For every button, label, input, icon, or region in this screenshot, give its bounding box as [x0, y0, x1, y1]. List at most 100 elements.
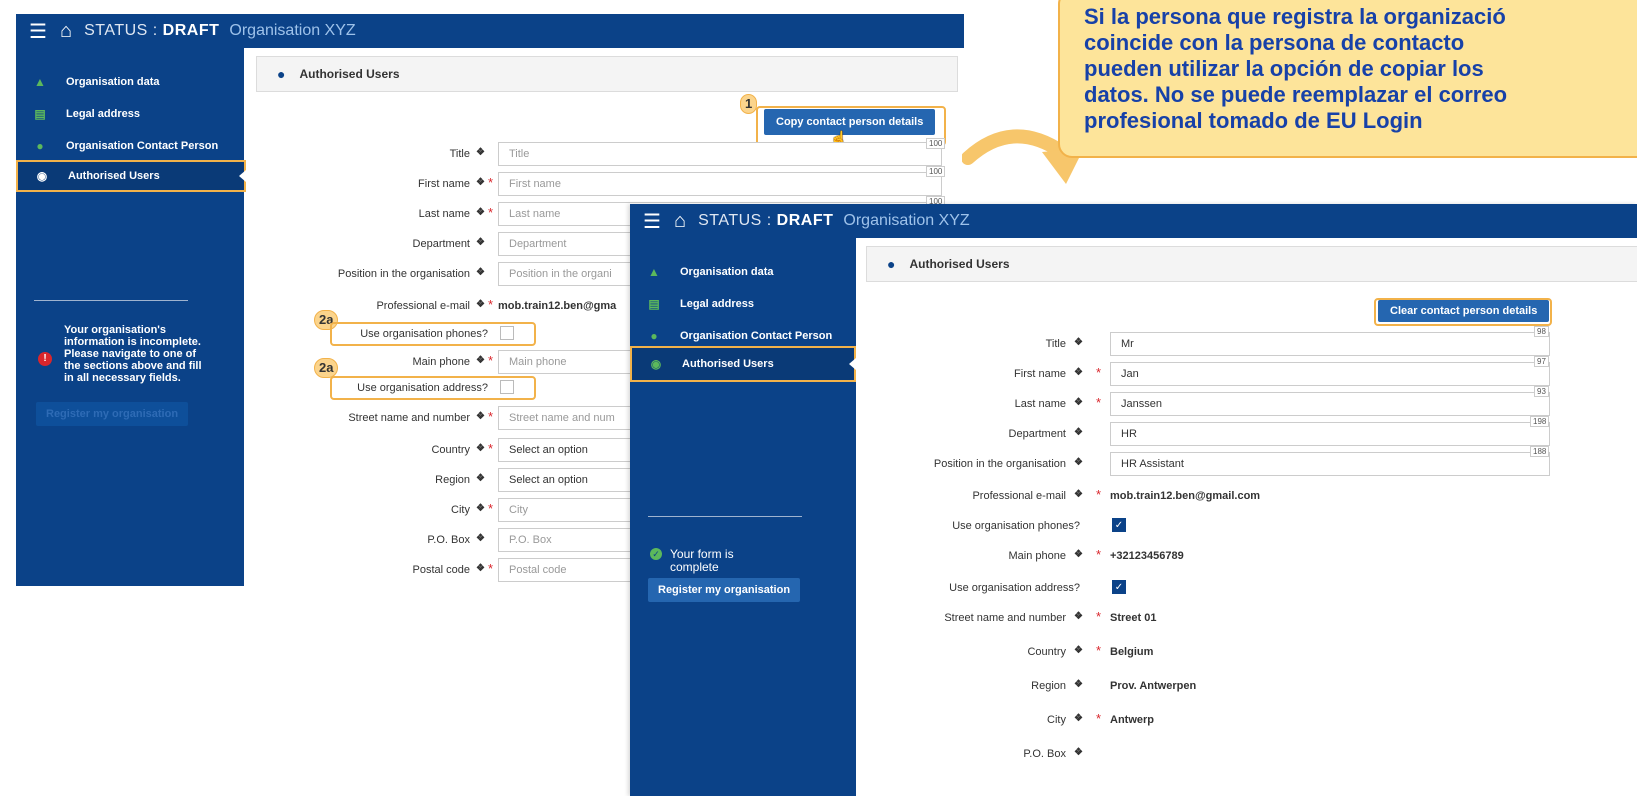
info-icon: ❖ — [1074, 679, 1083, 690]
use-address-checkbox[interactable]: ✓ — [1112, 580, 1126, 594]
char-counter: 98 — [1534, 326, 1549, 337]
callout-line: profesional tomado de EU Login — [1084, 108, 1423, 133]
first-name-field[interactable]: First name — [498, 172, 942, 196]
sidebar-item-organisation-contact-person[interactable]: ● Organisation Contact Person — [16, 130, 244, 162]
field-label: Postal code — [412, 564, 470, 576]
person-icon: ● — [650, 329, 658, 343]
form-row-use-address: Use organisation address? ✓ — [866, 576, 1637, 600]
step-badge-1: 1 — [740, 94, 758, 114]
hamburger-icon[interactable]: ☰ — [630, 209, 674, 234]
info-icon: ❖ — [476, 299, 485, 310]
street-value: Street 01 — [1110, 612, 1157, 624]
users-icon: ◉ — [36, 169, 48, 183]
field-label: Main phone — [1008, 550, 1067, 562]
status-value: DRAFT — [162, 22, 220, 39]
clear-contact-person-button[interactable]: Clear contact person details — [1378, 300, 1550, 322]
status-label: STATUS : DRAFT — [698, 212, 834, 229]
sidebar-item-organisation-data[interactable]: ▲ Organisation data — [16, 66, 244, 98]
info-icon: ❖ — [1074, 611, 1083, 622]
bank-icon: ▤ — [34, 107, 46, 121]
first-name-field[interactable]: Jan — [1110, 362, 1550, 386]
last-name-field[interactable]: Janssen — [1110, 392, 1550, 416]
register-button[interactable]: Register my organisation — [648, 578, 801, 602]
sidebar-item-authorised-users[interactable]: ◉ Authorised Users — [16, 160, 246, 192]
required-marker: * — [1096, 609, 1102, 624]
required-marker: * — [1096, 365, 1102, 380]
info-icon: ❖ — [1074, 713, 1083, 724]
form-row-country: Country ❖ * Belgium — [866, 640, 1637, 664]
char-counter: 100 — [926, 166, 946, 177]
form-row-last-name: Last name ❖ * Janssen 93 — [866, 386, 1637, 416]
field-label: P.O. Box — [1023, 748, 1066, 760]
required-marker: * — [488, 409, 494, 424]
field-label: Region — [1031, 680, 1066, 692]
form-row-street: Street name and number ❖ * Street 01 — [866, 606, 1637, 630]
field-label: Use organisation phones? — [360, 328, 488, 340]
warning-icon: ! — [38, 352, 52, 366]
form-row-position: Position in the organisation ❖ HR Assist… — [866, 446, 1637, 476]
use-address-checkbox[interactable] — [500, 380, 514, 394]
person-icon: ● — [36, 139, 44, 153]
info-icon: ❖ — [1074, 457, 1083, 468]
incomplete-message: ! Your organisation's information is inc… — [38, 324, 214, 384]
field-label: Country — [431, 444, 470, 456]
field-label: Title — [1045, 338, 1066, 350]
hamburger-icon[interactable]: ☰ — [16, 19, 60, 44]
required-marker: * — [488, 501, 494, 516]
panel-header: ● Authorised Users — [256, 56, 958, 92]
info-icon: ❖ — [476, 473, 485, 484]
form-row-city: City ❖ * Antwerp — [866, 708, 1637, 732]
sidebar-item-label: Authorised Users — [682, 358, 774, 370]
required-marker: * — [1096, 487, 1102, 502]
field-label: Country — [1027, 646, 1066, 658]
position-field[interactable]: HR Assistant — [1110, 452, 1550, 476]
city-value: Antwerp — [1110, 714, 1154, 726]
info-icon: ❖ — [476, 147, 485, 158]
sidebar-item-legal-address[interactable]: ▤ Legal address — [630, 288, 856, 320]
sidebar: ▲ Organisation data ▤ Legal address ● Or… — [630, 238, 856, 796]
department-field[interactable]: HR — [1110, 422, 1550, 446]
form-row-title: Title ❖ Title 100 — [256, 138, 958, 166]
field-label: Use organisation address? — [949, 582, 1080, 594]
sidebar-item-authorised-users[interactable]: ◉ Authorised Users — [630, 346, 856, 382]
copy-contact-person-button[interactable]: Copy contact person details — [764, 109, 936, 135]
title-field[interactable]: Mr — [1110, 332, 1550, 356]
main-phone-value: +32123456789 — [1110, 550, 1184, 562]
char-counter: 198 — [1530, 416, 1550, 427]
organisation-name: Organisation XYZ — [229, 22, 356, 39]
form-row-email: Professional e-mail ❖ * mob.train12.ben@… — [866, 484, 1637, 508]
region-value: Prov. Antwerpen — [1110, 680, 1197, 692]
sidebar-divider — [34, 300, 188, 301]
use-phones-checkbox[interactable]: ✓ — [1112, 518, 1126, 532]
top-bar: ☰ ⌂ STATUS : DRAFT Organisation XYZ — [630, 204, 1637, 238]
required-marker: * — [488, 297, 494, 312]
info-icon: ❖ — [1074, 367, 1083, 378]
sidebar-item-label: Legal address — [680, 298, 754, 310]
sidebar-item-legal-address[interactable]: ▤ Legal address — [16, 98, 244, 130]
complete-message: ✓ Your form is complete — [650, 548, 830, 574]
field-label: First name — [418, 178, 470, 190]
home-icon[interactable]: ⌂ — [674, 210, 686, 233]
use-phones-checkbox[interactable] — [500, 326, 514, 340]
info-icon: ❖ — [1074, 489, 1083, 500]
required-marker: * — [1096, 395, 1102, 410]
required-marker: * — [488, 205, 494, 220]
info-icon: ❖ — [1074, 747, 1083, 758]
register-button[interactable]: Register my organisation — [36, 402, 189, 426]
required-marker: * — [1096, 643, 1102, 658]
form-row-po-box: P.O. Box ❖ — [866, 742, 1637, 766]
required-marker: * — [1096, 711, 1102, 726]
info-icon: ❖ — [476, 411, 485, 422]
field-label: Department — [1008, 428, 1066, 440]
organisation-name: Organisation XYZ — [843, 212, 970, 229]
title-field[interactable]: Title — [498, 142, 942, 166]
country-value: Belgium — [1110, 646, 1154, 658]
home-icon[interactable]: ⌂ — [60, 20, 72, 43]
form-row-main-phone: Main phone ❖ * +32123456789 — [866, 544, 1637, 568]
sidebar-divider — [648, 516, 802, 517]
field-label: City — [1047, 714, 1066, 726]
field-label: Department — [412, 238, 470, 250]
sidebar-item-organisation-data[interactable]: ▲ Organisation data — [630, 256, 856, 288]
status-value: DRAFT — [776, 212, 834, 229]
field-label: Position in the organisation — [337, 268, 470, 280]
